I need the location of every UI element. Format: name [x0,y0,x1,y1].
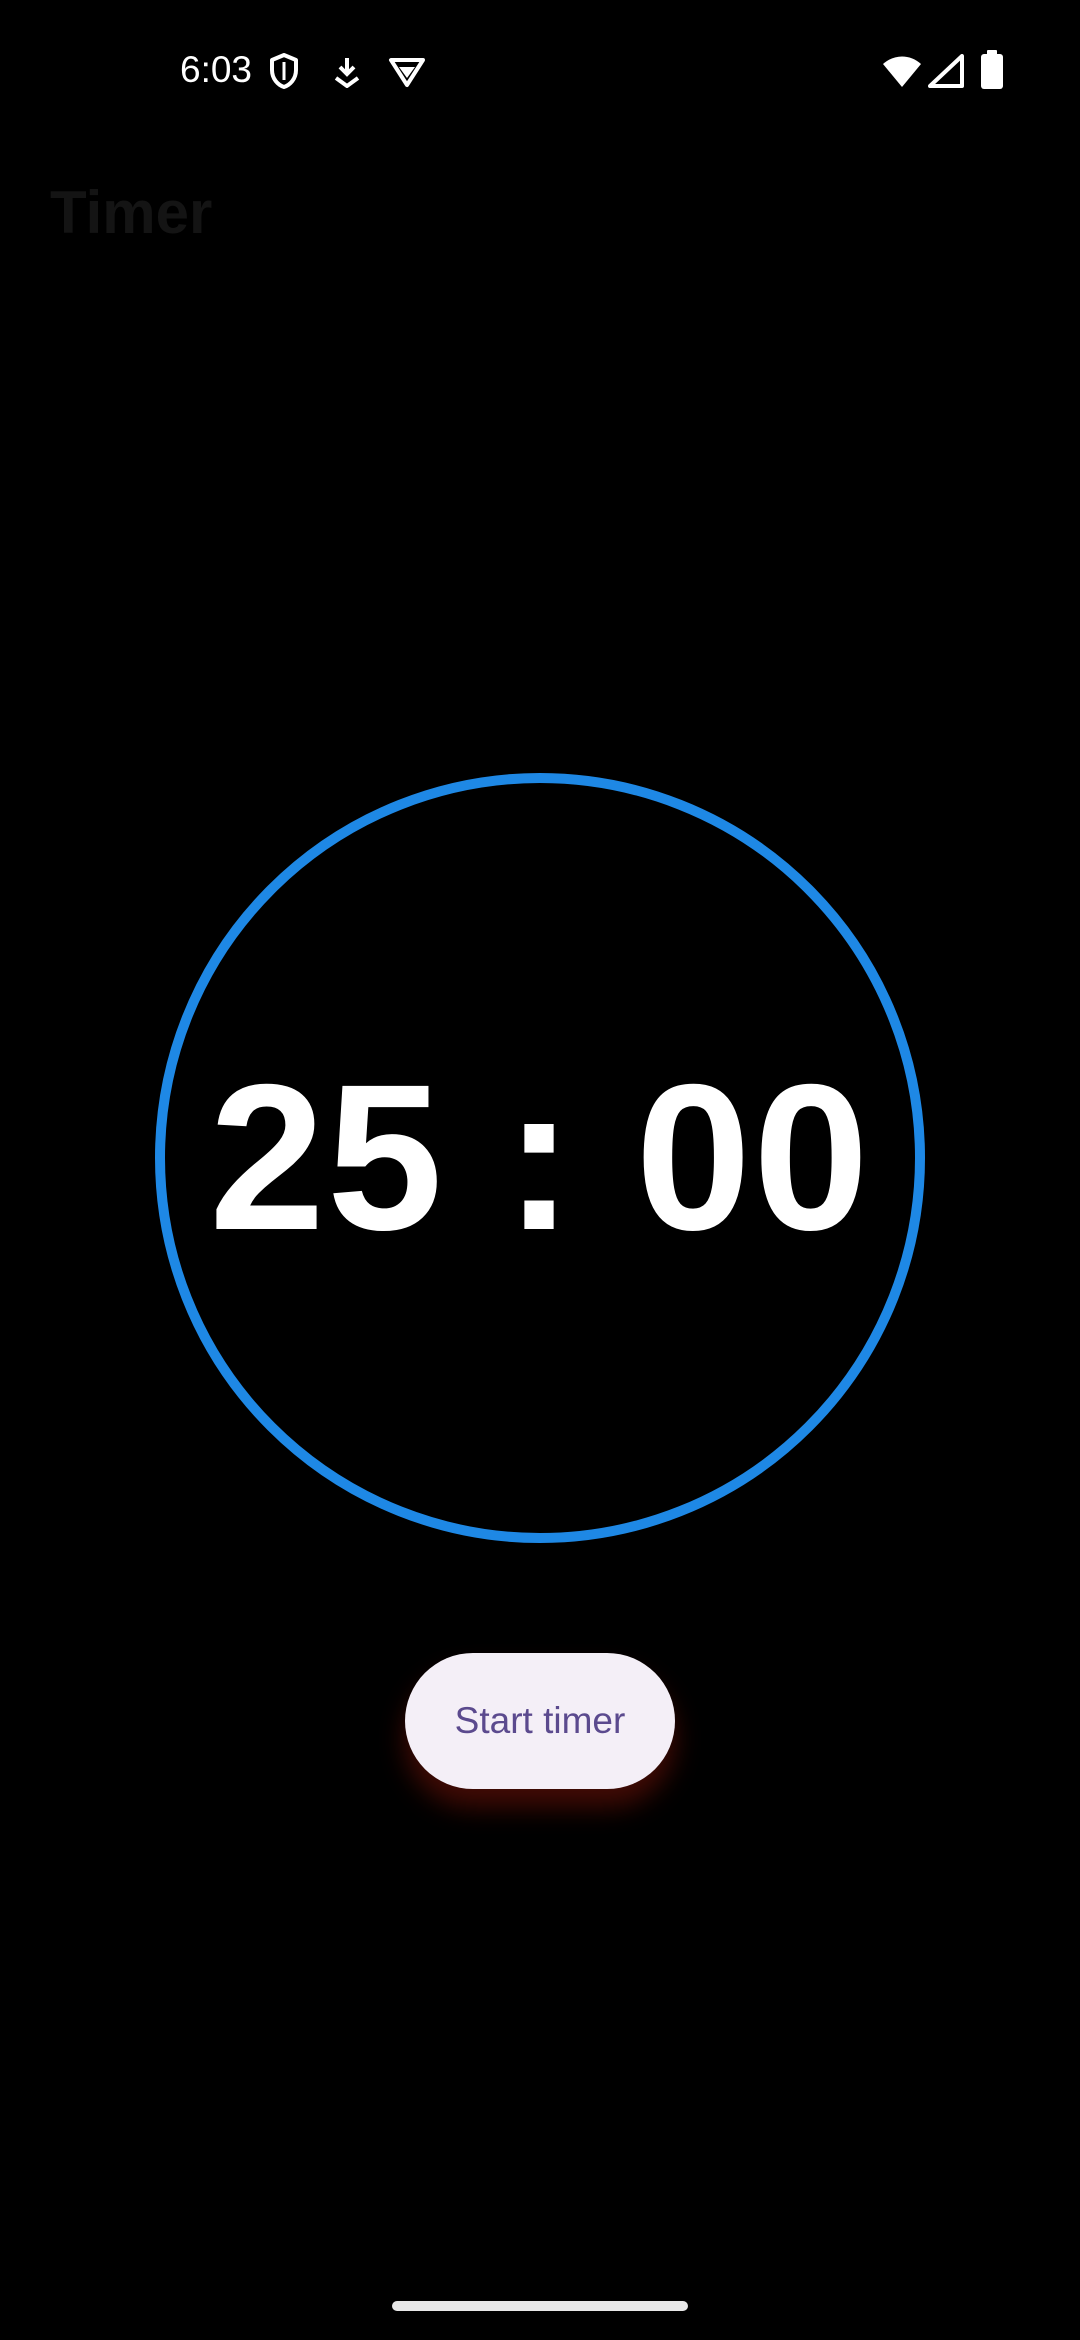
cellular-signal-icon [928,54,964,88]
timer-display: 25 : 00 [155,773,925,1543]
download-icon [334,58,360,88]
timer-value: 25 : 00 [209,1042,871,1274]
start-timer-button[interactable]: Start timer [405,1653,675,1789]
status-bar: 6:03 [0,0,1080,140]
home-indicator[interactable] [392,2301,688,2311]
wifi-icon [883,56,921,87]
status-time: 6:03 [180,49,253,90]
page-title: Timer [50,179,213,246]
battery-icon [981,50,1003,89]
shield-icon [270,53,298,89]
vpn-icon [389,58,425,87]
start-timer-label: Start timer [454,1700,626,1741]
